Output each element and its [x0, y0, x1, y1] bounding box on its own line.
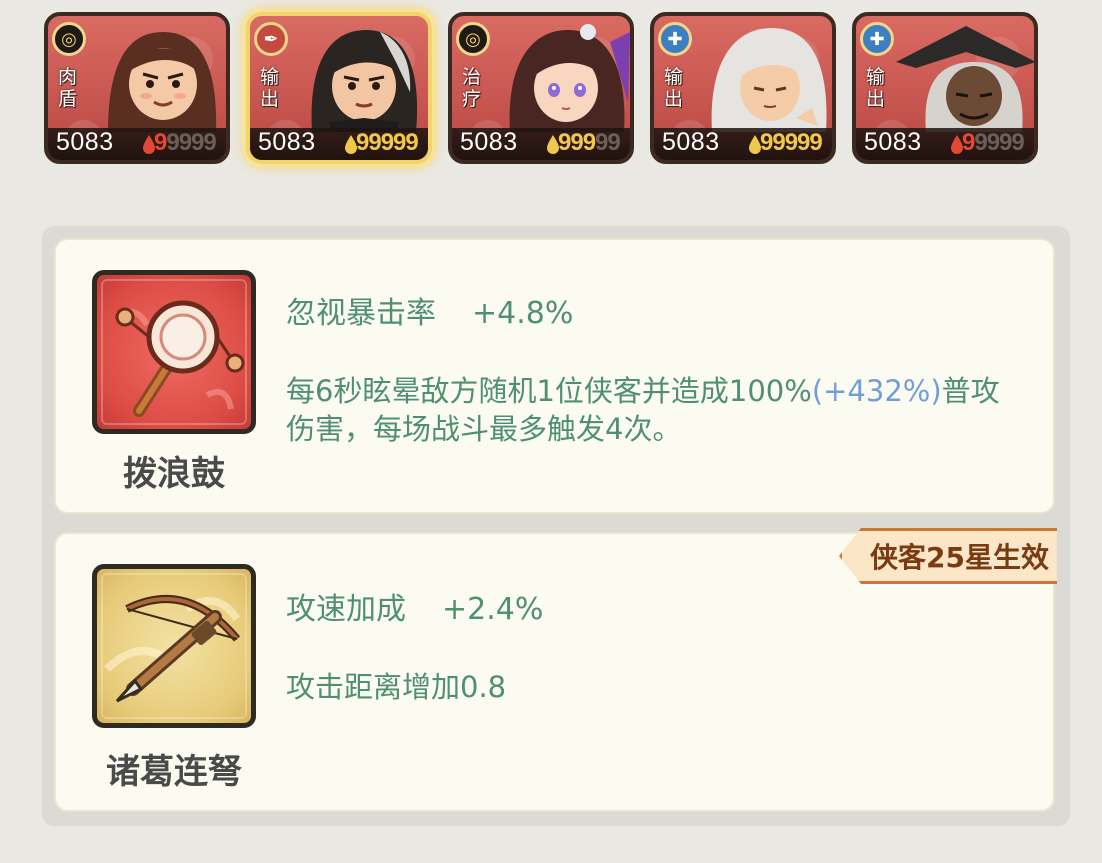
item-card-crossbow[interactable]: 诸葛连弩 侠客25星生效 攻速加成 +2.4% 攻击距离增加0.8 [54, 528, 1057, 812]
stat-label: 攻速加成 [286, 592, 406, 627]
stat-value: +4.8% [472, 296, 574, 331]
desc-main: 攻击距离增加0.8 [286, 670, 507, 704]
item-name: 拨浪鼓 [123, 454, 225, 494]
sword-icon: ✚ [860, 22, 894, 56]
hero-portrait [509, 24, 630, 132]
item-name: 诸葛连弩 [106, 752, 242, 792]
hero-card-5[interactable]: ✚ 输 出 5083 99999 [852, 12, 1038, 164]
desc-main: 每6秒眩晕敌方随机1位侠客并造成100% [286, 374, 812, 408]
hero-power: 5083 [460, 128, 518, 156]
hero-power: 5083 [864, 128, 922, 156]
hero-portrait [711, 28, 827, 132]
star-requirement-tag: 侠客25星生效 [839, 528, 1057, 584]
hero-role-label: 输 出 [260, 66, 280, 110]
desc-bonus: (+432%) [811, 374, 942, 408]
item-icon-frame[interactable] [92, 564, 256, 728]
hero-card-3[interactable]: ◎ 治 疗 5083 99999 [448, 12, 634, 164]
hero-card-4[interactable]: ✚ 输 出 5083 99999 [650, 12, 836, 164]
crossbow-icon [104, 595, 241, 703]
hero-power: 5083 [56, 128, 114, 156]
hero-role-label: 输 出 [866, 66, 886, 110]
hero-role-label: 治 疗 [462, 66, 482, 110]
hero-hp: 99999 [154, 129, 217, 156]
hero-hp: 99999 [760, 129, 823, 156]
hero-role-label: 输 出 [664, 66, 684, 110]
swirl-icon: ◎ [52, 22, 86, 56]
hero-role-label: 肉 盾 [58, 66, 78, 110]
hero-portrait [896, 26, 1034, 132]
hero-portrait [311, 30, 418, 132]
hero-card-2[interactable]: ✒ 输 出 5083 99999 [246, 12, 432, 164]
item-panel: 拨浪鼓 忽视暴击率 +4.8% 每6秒眩晕敌方随机1位侠客并造成100%(+432… [42, 226, 1070, 826]
item-icon-frame[interactable] [92, 270, 256, 434]
hero-card-1[interactable]: ◎ 肉 盾 5083 99999 [44, 12, 230, 164]
feather-icon: ✒ [254, 22, 288, 56]
swirl-icon: ◎ [456, 22, 490, 56]
sword-icon: ✚ [658, 22, 692, 56]
hero-hp: 99999 [962, 129, 1025, 156]
item-stat-row: 攻速加成 +2.4% [286, 584, 543, 628]
stat-value: +2.4% [442, 592, 544, 627]
rattle-drum-icon [115, 300, 245, 417]
hero-hp: 99999 [558, 129, 621, 156]
item-description: 攻击距离增加0.8 [286, 668, 1016, 706]
stat-label: 忽视暴击率 [286, 296, 436, 331]
item-stat-row: 忽视暴击率 +4.8% [286, 288, 573, 332]
item-card-rattle-drum[interactable]: 拨浪鼓 忽视暴击率 +4.8% 每6秒眩晕敌方随机1位侠客并造成100%(+432… [54, 238, 1055, 514]
hero-roster: ◎ 肉 盾 5083 99999 ✒ 输 出 5083 99999 ◎ 治 疗 … [0, 0, 1102, 200]
hero-power: 5083 [662, 128, 720, 156]
item-description: 每6秒眩晕敌方随机1位侠客并造成100%(+432%)普攻伤害，每场战斗最多触发… [286, 372, 1016, 448]
hero-portrait [108, 32, 217, 132]
hero-power: 5083 [258, 128, 316, 156]
hero-hp: 99999 [356, 129, 419, 156]
